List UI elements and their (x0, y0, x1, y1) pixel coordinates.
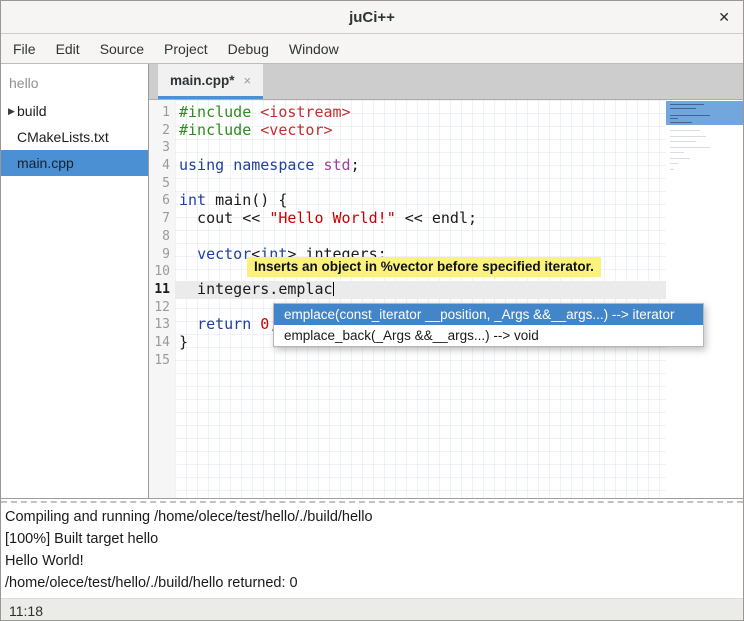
line-content: integers.emplac (175, 281, 666, 299)
line-number: 4 (149, 157, 175, 175)
menu-project[interactable]: Project (154, 34, 218, 63)
line-number: 10 (149, 263, 175, 281)
menu-file[interactable]: File (3, 34, 46, 63)
build-output-panel: Compiling and running /home/olece/test/h… (1, 504, 743, 598)
menu-debug[interactable]: Debug (218, 34, 279, 63)
line-number: 3 (149, 139, 175, 157)
code-line[interactable]: 4using namespace std; (149, 157, 666, 175)
line-content: using namespace std; (175, 157, 666, 175)
code-line[interactable]: 6int main() { (149, 192, 666, 210)
line-number: 2 (149, 122, 175, 140)
file-tree-sidebar: hello ▶build CMakeLists.txt main.cpp (1, 64, 149, 498)
line-number: 1 (149, 104, 175, 122)
status-bar: 11:18 (1, 598, 743, 621)
editor-column: main.cpp* × 1#include <iostream>2#includ… (149, 64, 744, 498)
text-cursor (333, 282, 334, 296)
autocomplete-item[interactable]: emplace(const_iterator __position, _Args… (274, 304, 703, 325)
menu-edit[interactable]: Edit (46, 34, 90, 63)
title-bar: juCi++ ✕ (1, 1, 743, 34)
close-window-icon[interactable]: ✕ (718, 1, 730, 33)
menu-bar: FileEditSourceProjectDebugWindow (1, 34, 743, 64)
sidebar-item-main-cpp[interactable]: main.cpp (1, 150, 148, 176)
line-content (175, 228, 666, 246)
file-tree: ▶build CMakeLists.txt main.cpp (1, 98, 148, 176)
line-content (175, 139, 666, 157)
splitter-handle (1, 501, 743, 503)
code-line[interactable]: 1#include <iostream> (149, 104, 666, 122)
output-line: Hello World! (5, 550, 743, 572)
line-number: 14 (149, 334, 175, 352)
line-number: 15 (149, 352, 175, 370)
line-number: 8 (149, 228, 175, 246)
line-content (175, 352, 666, 370)
line-number: 5 (149, 175, 175, 193)
line-content: #include <vector> (175, 122, 666, 140)
minimap[interactable] (666, 100, 744, 498)
sidebar-item-cmakelists-txt[interactable]: CMakeLists.txt (1, 124, 148, 150)
expander-icon[interactable]: ▶ (1, 106, 17, 117)
output-line: [100%] Built target hello (5, 528, 743, 550)
sidebar-item-build[interactable]: ▶build (1, 98, 148, 124)
minimap-viewport[interactable] (666, 101, 744, 125)
code-line[interactable]: 7 cout << "Hello World!" << endl; (149, 210, 666, 228)
output-line: Compiling and running /home/olece/test/h… (5, 506, 743, 528)
autocomplete-item[interactable]: emplace_back(_Args &&__args...) --> void (274, 325, 703, 346)
line-number: 6 (149, 192, 175, 210)
doc-tooltip: Inserts an object in %vector before spec… (247, 257, 601, 277)
code-line[interactable]: 5 (149, 175, 666, 193)
autocomplete-popup: emplace(const_iterator __position, _Args… (273, 303, 704, 347)
main-content: hello ▶build CMakeLists.txt main.cpp main.… (1, 64, 743, 498)
cursor-position: 11:18 (9, 603, 43, 619)
code-editor[interactable]: 1#include <iostream>2#include <vector>34… (149, 100, 744, 498)
tab-bar: main.cpp* × (149, 64, 744, 100)
line-content (175, 175, 666, 193)
line-content: #include <iostream> (175, 104, 666, 122)
tree-item-label: build (17, 103, 47, 119)
tree-item-label: CMakeLists.txt (17, 129, 109, 145)
line-number: 13 (149, 316, 175, 334)
menu-window[interactable]: Window (279, 34, 349, 63)
app-window: juCi++ ✕ FileEditSourceProjectDebugWindo… (0, 0, 744, 621)
output-line: /home/olece/test/hello/./build/hello ret… (5, 572, 743, 594)
tab-main-cpp[interactable]: main.cpp* × (158, 64, 263, 99)
minimap-lines (670, 130, 741, 174)
code-line[interactable]: 2#include <vector> (149, 122, 666, 140)
code-line[interactable]: 3 (149, 139, 666, 157)
line-content: int main() { (175, 192, 666, 210)
tree-item-label: main.cpp (17, 155, 74, 171)
project-root-label: hello (1, 70, 148, 98)
line-number: 12 (149, 299, 175, 317)
tab-close-icon[interactable]: × (244, 73, 252, 88)
window-title: juCi++ (349, 9, 395, 26)
line-number: 7 (149, 210, 175, 228)
code-line[interactable]: 8 (149, 228, 666, 246)
code-line[interactable]: 11 integers.emplac (149, 281, 666, 299)
line-content: cout << "Hello World!" << endl; (175, 210, 666, 228)
menu-source[interactable]: Source (90, 34, 154, 63)
code-line[interactable]: 15 (149, 352, 666, 370)
tab-label: main.cpp* (170, 73, 235, 88)
line-number: 9 (149, 246, 175, 264)
line-number: 11 (149, 281, 175, 299)
